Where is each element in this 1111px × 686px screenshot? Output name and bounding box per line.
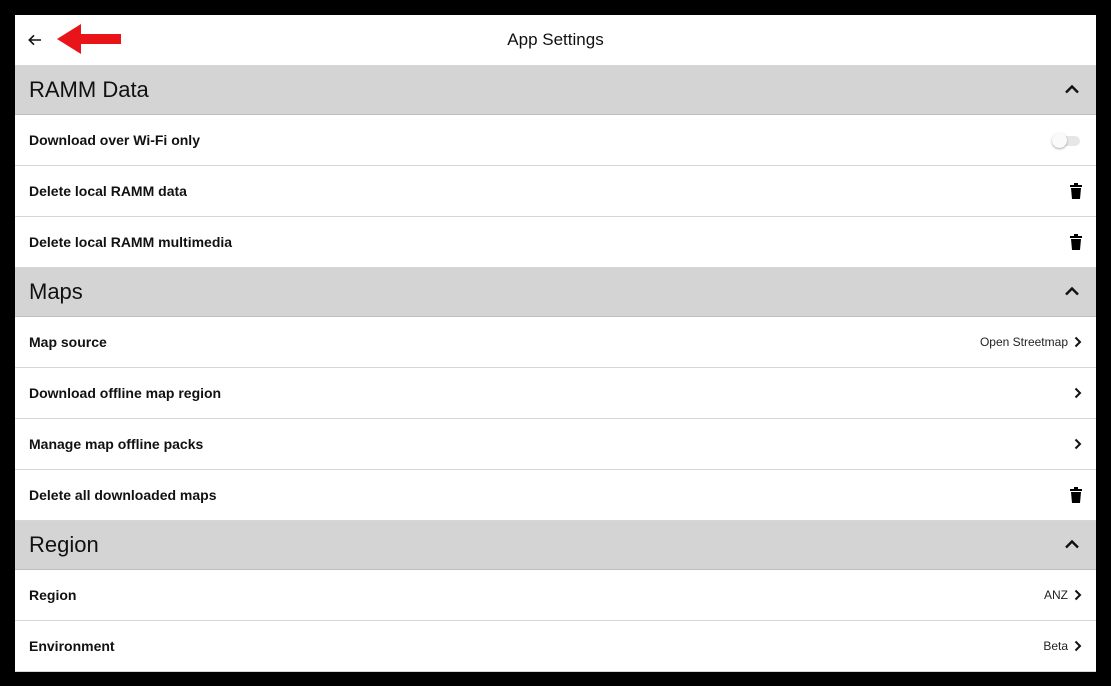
section-header-region[interactable]: Region xyxy=(15,521,1096,570)
chevron-up-icon xyxy=(1065,539,1079,549)
row-region[interactable]: Region ANZ xyxy=(15,570,1096,621)
row-manage-map-offline-packs[interactable]: Manage map offline packs xyxy=(15,419,1096,470)
row-label: Manage map offline packs xyxy=(29,436,204,452)
row-delete-local-ramm-data[interactable]: Delete local RAMM data xyxy=(15,166,1096,217)
wifi-only-toggle[interactable] xyxy=(1052,133,1082,148)
row-environment[interactable]: Environment Beta xyxy=(15,621,1096,672)
row-label: Region xyxy=(29,587,77,603)
settings-screen: App Settings RAMM Data Download over Wi-… xyxy=(15,15,1096,672)
section-header-ramm-data[interactable]: RAMM Data xyxy=(15,66,1096,115)
row-label: Delete local RAMM multimedia xyxy=(29,234,233,250)
app-bar: App Settings xyxy=(15,15,1096,66)
row-map-source[interactable]: Map source Open Streetmap xyxy=(15,317,1096,368)
row-label: Download over Wi-Fi only xyxy=(29,132,200,148)
row-label: Download offline map region xyxy=(29,385,222,401)
section-title: Region xyxy=(29,532,99,557)
row-label: Delete all downloaded maps xyxy=(29,487,217,503)
row-value: Open Streetmap xyxy=(979,335,1068,349)
chevron-right-icon xyxy=(1074,640,1082,652)
row-download-offline-map-region[interactable]: Download offline map region xyxy=(15,368,1096,419)
trash-icon[interactable] xyxy=(1070,234,1082,250)
row-delete-all-downloaded-maps[interactable]: Delete all downloaded maps xyxy=(15,470,1096,521)
arrow-left-icon xyxy=(28,34,41,46)
row-label: Map source xyxy=(29,334,107,350)
section-title: Maps xyxy=(29,279,83,304)
chevron-right-icon xyxy=(1074,387,1082,399)
section-title: RAMM Data xyxy=(29,77,149,102)
chevron-up-icon xyxy=(1065,286,1079,296)
chevron-right-icon xyxy=(1074,438,1082,450)
red-arrow-annotation-icon xyxy=(57,24,121,54)
row-label: Delete local RAMM data xyxy=(29,183,187,199)
back-button[interactable] xyxy=(23,29,47,51)
chevron-up-icon xyxy=(1065,84,1079,94)
chevron-right-icon xyxy=(1074,336,1082,348)
page-title: App Settings xyxy=(507,30,604,49)
section-header-maps[interactable]: Maps xyxy=(15,268,1096,317)
chevron-right-icon xyxy=(1074,589,1082,601)
trash-icon[interactable] xyxy=(1070,487,1082,503)
row-value: Beta xyxy=(1043,639,1068,653)
row-value: ANZ xyxy=(1044,588,1068,602)
row-delete-local-ramm-multimedia[interactable]: Delete local RAMM multimedia xyxy=(15,217,1096,268)
trash-icon[interactable] xyxy=(1070,183,1082,199)
row-label: Environment xyxy=(29,638,115,654)
row-download-wifi-only[interactable]: Download over Wi-Fi only xyxy=(15,115,1096,166)
